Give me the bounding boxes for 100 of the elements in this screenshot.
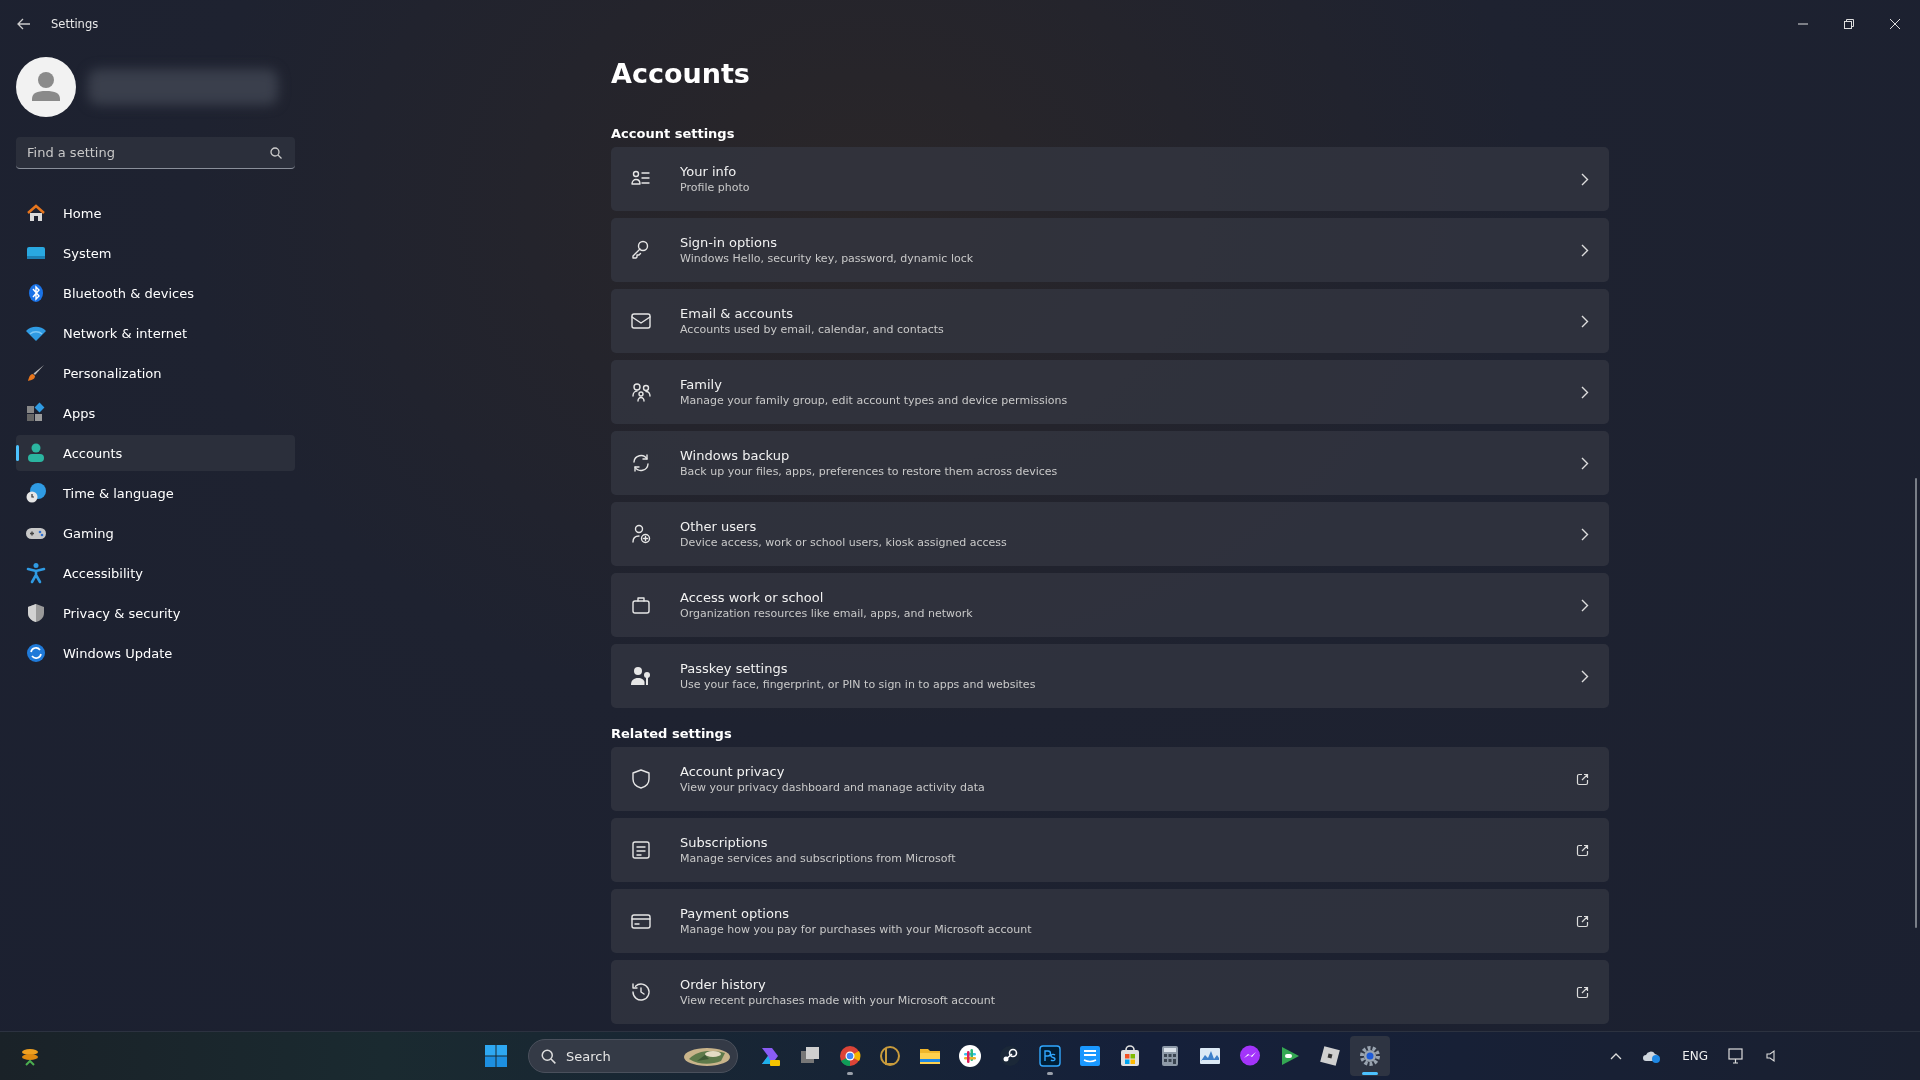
nav-item[interactable]: Accessibility xyxy=(16,555,295,591)
house-icon xyxy=(25,202,47,224)
nav-item[interactable]: Time & language xyxy=(16,475,295,511)
language-indicator[interactable]: ENG xyxy=(1682,1049,1708,1063)
taskbar-app-icon[interactable] xyxy=(878,1044,902,1068)
add-user-icon xyxy=(630,523,652,545)
row-description: Device access, work or school users, kiosk assigned access xyxy=(680,536,1008,549)
avatar-icon xyxy=(16,57,76,117)
section-heading: Account settings xyxy=(611,126,736,141)
history-icon xyxy=(630,981,652,1003)
settings-row[interactable]: Your info Profile photo xyxy=(611,147,1609,211)
taskbar-app-icon[interactable] xyxy=(1078,1044,1102,1068)
row-description: Back up your files, apps, preferences to restore them across devices xyxy=(680,465,1059,478)
chevron-right-icon xyxy=(1581,527,1589,541)
nav-item[interactable]: Home xyxy=(16,195,295,231)
search-icon xyxy=(541,1048,556,1064)
restore-icon[interactable] xyxy=(1844,19,1854,29)
chevron-up-icon[interactable] xyxy=(1610,1052,1623,1060)
nav-item[interactable]: Accounts xyxy=(16,435,295,471)
back-icon[interactable] xyxy=(17,18,31,30)
chevron-right-icon xyxy=(1581,669,1589,683)
taskbar-app-icon[interactable] xyxy=(1038,1044,1062,1068)
settings-icon[interactable] xyxy=(1358,1044,1382,1068)
envelope-icon xyxy=(630,310,652,332)
external-link-icon xyxy=(1576,772,1589,786)
settings-row[interactable]: Subscriptions Manage services and subscriptions from Microsoft xyxy=(611,818,1609,882)
settings-row[interactable]: Order history View recent purchases made with your Microsoft account xyxy=(611,960,1609,1024)
settings-row[interactable]: Payment options Manage how you pay for purchases with your Microsoft account xyxy=(611,889,1609,953)
row-description: Windows Hello, security key, password, dynamic lock xyxy=(680,252,975,265)
row-description: View your privacy dashboard and manage activity data xyxy=(680,781,986,794)
row-title: Other users xyxy=(680,519,758,534)
row-description: Accounts used by email, calendar, and contacts xyxy=(680,323,945,336)
settings-row[interactable]: Email & accounts Accounts used by email, calendar, and contacts xyxy=(611,289,1609,353)
nav-item[interactable]: Bluetooth & devices xyxy=(16,275,295,311)
sync-icon xyxy=(25,642,47,664)
row-title: Access work or school xyxy=(680,590,825,605)
section-heading: Related settings xyxy=(611,726,733,741)
nav-item[interactable]: Apps xyxy=(16,395,295,431)
document-icon xyxy=(630,839,652,861)
row-title: Windows backup xyxy=(680,448,791,463)
start-icon[interactable] xyxy=(484,1044,508,1068)
briefcase-icon xyxy=(630,594,652,616)
row-title: Email & accounts xyxy=(680,306,795,321)
close-icon[interactable] xyxy=(1890,19,1900,29)
nav-item[interactable]: Personalization xyxy=(16,355,295,391)
browser-icon[interactable] xyxy=(838,1044,862,1068)
external-link-icon xyxy=(1576,843,1589,857)
external-link-icon xyxy=(1576,985,1589,999)
shopping-bag-icon[interactable] xyxy=(1118,1044,1142,1068)
settings-row[interactable]: Access work or school Organization resources like email, apps, and network xyxy=(611,573,1609,637)
shield-icon xyxy=(630,768,652,790)
chevron-right-icon xyxy=(1581,314,1589,328)
nav-item[interactable]: Gaming xyxy=(16,515,295,551)
settings-row[interactable]: Account privacy View your privacy dashboard and manage activity data xyxy=(611,747,1609,811)
nav-item[interactable]: System xyxy=(16,235,295,271)
settings-row[interactable]: Sign-in options Windows Hello, security key, password, dynamic lock xyxy=(611,218,1609,282)
row-title: Order history xyxy=(680,977,767,992)
window-title: Settings xyxy=(51,17,99,31)
nav-item[interactable]: Privacy & security xyxy=(16,595,295,631)
settings-row[interactable]: Family Manage your family group, edit account types and device permissions xyxy=(611,360,1609,424)
nav-item[interactable]: Windows Update xyxy=(16,635,295,671)
accessibility-icon xyxy=(25,562,47,584)
person-icon xyxy=(25,442,47,464)
taskbar-app-icon[interactable] xyxy=(958,1044,982,1068)
external-link-icon xyxy=(1576,914,1589,928)
chat-bubble-icon[interactable] xyxy=(1238,1044,1262,1068)
paintbrush-icon xyxy=(25,362,47,384)
shield-icon xyxy=(25,602,47,624)
chevron-right-icon xyxy=(1581,598,1589,612)
row-description: Manage services and subscriptions from Microsoft xyxy=(680,852,957,865)
scrollbar[interactable] xyxy=(1915,478,1917,928)
person-key-icon xyxy=(630,665,652,687)
chevron-right-icon xyxy=(1581,243,1589,257)
row-description: Profile photo xyxy=(680,181,751,194)
row-title: Passkey settings xyxy=(680,661,789,676)
chevron-right-icon xyxy=(1581,172,1589,186)
sync-icon xyxy=(630,452,652,474)
row-title: Sign-in options xyxy=(680,235,778,250)
page-title: Accounts xyxy=(611,58,751,91)
monitor-icon[interactable] xyxy=(1728,1048,1746,1064)
row-description: Manage how you pay for purchases with your Microsoft account xyxy=(680,923,1033,936)
search-field[interactable]: Find a setting xyxy=(16,137,295,169)
row-description: Manage your family group, edit account types and device permissions xyxy=(680,394,1069,407)
nav-item[interactable]: Network & internet xyxy=(16,315,295,351)
row-description: Use your face, fingerprint, or PIN to sign in to apps and websites xyxy=(680,678,1037,691)
search-icon xyxy=(270,147,282,159)
chevron-right-icon xyxy=(1581,385,1589,399)
globe-clock-icon xyxy=(25,482,47,504)
row-description: Organization resources like email, apps, and network xyxy=(680,607,974,620)
row-title: Subscriptions xyxy=(680,835,769,850)
row-title: Your info xyxy=(680,164,738,179)
taskbar-search[interactable]: Search xyxy=(528,1039,738,1073)
settings-row[interactable]: Passkey settings Use your face, fingerprint, or PIN to sign in to apps and websites xyxy=(611,644,1609,708)
chevron-right-icon xyxy=(1581,456,1589,470)
settings-row[interactable]: Windows backup Back up your files, apps, preferences to restore them across devices xyxy=(611,431,1609,495)
row-title: Family xyxy=(680,377,723,392)
row-title: Payment options xyxy=(680,906,790,921)
settings-row[interactable]: Other users Device access, work or school users, kiosk assigned access xyxy=(611,502,1609,566)
row-title: Account privacy xyxy=(680,764,786,779)
taskbar-app-icon[interactable] xyxy=(998,1044,1022,1068)
